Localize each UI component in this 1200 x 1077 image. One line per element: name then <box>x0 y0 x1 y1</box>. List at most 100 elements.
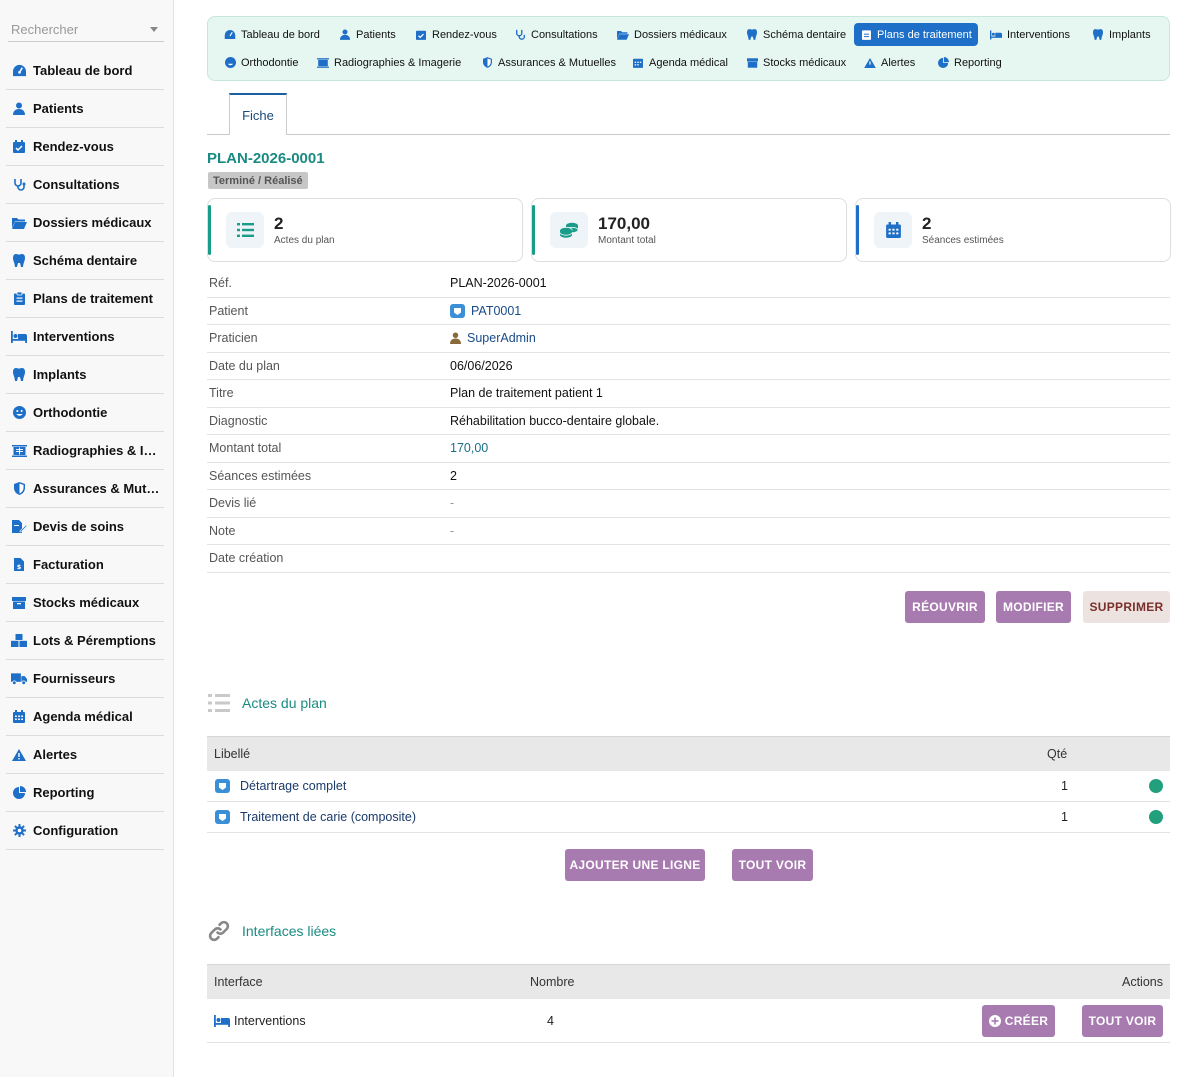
sidebar-item-devis[interactable]: Devis de soins <box>6 508 164 546</box>
sidebar-item-patients[interactable]: Patients <box>6 90 164 128</box>
calendar-check-icon <box>11 140 27 154</box>
sidebar-item-alertes[interactable]: Alertes <box>6 736 164 774</box>
create-button[interactable]: CRÉER <box>982 1005 1055 1037</box>
tooth-icon <box>11 254 27 268</box>
interface-count: 4 <box>547 1013 554 1028</box>
edit-button[interactable]: MODIFIER <box>996 591 1071 623</box>
topmenu-agenda[interactable]: Agenda médical <box>626 51 734 74</box>
topmenu-orthodontie[interactable]: Orthodontie <box>218 51 304 74</box>
acte-badge-icon <box>215 779 230 793</box>
topmenu-plans-active[interactable]: Plans de traitement <box>854 23 978 46</box>
dashboard-icon <box>224 29 236 40</box>
sidebar-item-lots[interactable]: Lots & Péremptions <box>6 622 164 660</box>
table-row: Détartrage complet 1 <box>207 771 1170 802</box>
sidebar-item-rendez-vous[interactable]: Rendez-vous <box>6 128 164 166</box>
topmenu-dossiers[interactable]: Dossiers médicaux <box>611 23 733 46</box>
status-badge: Terminé / Réalisé <box>208 172 308 189</box>
pie-chart-icon <box>937 57 949 68</box>
topmenu-stocks[interactable]: Stocks médicaux <box>740 51 852 74</box>
plus-circle-icon <box>988 1015 1001 1027</box>
user-icon <box>11 102 27 116</box>
sidebar-item-dashboard[interactable]: Tableau de bord <box>6 52 164 90</box>
sidebar-item-plans[interactable]: Plans de traitement <box>6 280 164 318</box>
sidebar-item-assurances[interactable]: Assurances & Mutue… <box>6 470 164 508</box>
acte-link[interactable]: Détartrage complet <box>215 779 346 793</box>
detail-row-date-creation: Date création <box>207 545 1170 573</box>
sidebar-item-consultations[interactable]: Consultations <box>6 166 164 204</box>
stat-value: 170,00 <box>598 214 650 233</box>
sidebar: Rechercher Tableau de bord Patients Rend… <box>0 0 174 1077</box>
col-interface: Interface <box>214 975 263 989</box>
sidebar-item-implants[interactable]: Implants <box>6 356 164 394</box>
topmenu-interventions[interactable]: Interventions <box>984 23 1076 46</box>
stat-card-montant: 170,00 Montant total <box>531 198 847 262</box>
box-icon <box>11 596 27 610</box>
topmenu-radiographies[interactable]: Radiographies & Imagerie <box>311 51 467 74</box>
stethoscope-icon <box>11 178 27 192</box>
section-title-interfaces: Interfaces liées <box>208 920 336 942</box>
sidebar-item-radiographies[interactable]: Radiographies & Ima… <box>6 432 164 470</box>
stat-card-seances: 2 Séances estimées <box>855 198 1171 262</box>
sidebar-item-configuration[interactable]: Configuration <box>6 812 164 850</box>
see-all-actes-button[interactable]: TOUT VOIR <box>732 849 813 881</box>
sidebar-item-orthodontie[interactable]: Orthodontie <box>6 394 164 432</box>
patient-badge-icon <box>450 303 465 318</box>
sidebar-item-agenda[interactable]: Agenda médical <box>6 698 164 736</box>
sidebar-item-dossiers[interactable]: Dossiers médicaux <box>6 204 164 242</box>
topmenu-alertes[interactable]: Alertes <box>858 51 921 74</box>
tooth-icon <box>746 29 758 40</box>
sidebar-item-facturation[interactable]: $ Facturation <box>6 546 164 584</box>
bed-icon <box>990 29 1002 40</box>
section-title-actes: Actes du plan <box>208 694 327 712</box>
calendar-icon <box>11 710 27 724</box>
shield-icon <box>11 482 27 496</box>
detail-row-titre: Titre Plan de traitement patient 1 <box>207 380 1170 408</box>
coins-icon <box>550 212 588 248</box>
topmenu-rendez-vous[interactable]: Rendez-vous <box>409 23 503 46</box>
dashboard-icon <box>11 64 27 78</box>
calendar-icon <box>874 212 912 248</box>
detail-row-seances: Séances estimées 2 <box>207 463 1170 490</box>
folder-open-icon <box>11 216 27 230</box>
reopen-button[interactable]: RÉOUVRIR <box>905 591 985 623</box>
box-icon <box>746 57 758 68</box>
stat-accent-bar <box>208 205 211 255</box>
patient-link[interactable]: PAT0001 <box>450 303 521 318</box>
stat-value: 2 <box>922 214 932 233</box>
topmenu-patients[interactable]: Patients <box>333 23 402 46</box>
smile-icon <box>11 406 27 420</box>
tab-fiche[interactable]: Fiche <box>229 93 287 135</box>
shield-icon <box>481 57 493 68</box>
boxes-icon <box>11 634 27 648</box>
truck-icon <box>11 672 27 686</box>
detail-row-date: Date du plan 06/06/2026 <box>207 353 1170 380</box>
sidebar-item-stocks[interactable]: Stocks médicaux <box>6 584 164 622</box>
sidebar-item-fournisseurs[interactable]: Fournisseurs <box>6 660 164 698</box>
topmenu-dashboard[interactable]: Tableau de bord <box>218 23 326 46</box>
delete-button[interactable]: SUPPRIMER <box>1083 591 1170 623</box>
clipboard-icon <box>11 292 27 306</box>
table-header: Libellé Qté <box>207 736 1170 771</box>
praticien-link[interactable]: SuperAdmin <box>450 331 536 345</box>
topmenu-consultations[interactable]: Consultations <box>508 23 604 46</box>
see-all-interfaces-button[interactable]: TOUT VOIR <box>1082 1005 1163 1037</box>
sidebar-item-reporting[interactable]: Reporting <box>6 774 164 812</box>
topmenu-schema-dentaire[interactable]: Schéma dentaire <box>740 23 852 46</box>
search-input[interactable]: Rechercher <box>8 18 164 42</box>
add-line-button[interactable]: AJOUTER UNE LIGNE <box>565 849 705 881</box>
sidebar-item-schema-dentaire[interactable]: Schéma dentaire <box>6 242 164 280</box>
topmenu-assurances[interactable]: Assurances & Mutuelles <box>475 51 622 74</box>
topmenu-reporting[interactable]: Reporting <box>931 51 1008 74</box>
stat-card-actes: 2 Actes du plan <box>207 198 523 262</box>
chevron-down-icon[interactable] <box>150 27 158 32</box>
topmenu-implants[interactable]: Implants <box>1086 23 1157 46</box>
detail-row-note: Note - <box>207 518 1170 545</box>
sidebar-item-interventions[interactable]: Interventions <box>6 318 164 356</box>
col-qty: Qté <box>1047 747 1068 761</box>
clipboard-icon <box>860 29 872 40</box>
invoice-icon: $ <box>11 558 27 572</box>
acte-link[interactable]: Traitement de carie (composite) <box>215 810 416 824</box>
pie-chart-icon <box>11 786 27 800</box>
table-header: Interface Nombre Actions <box>207 964 1170 999</box>
calendar-check-icon <box>415 29 427 40</box>
